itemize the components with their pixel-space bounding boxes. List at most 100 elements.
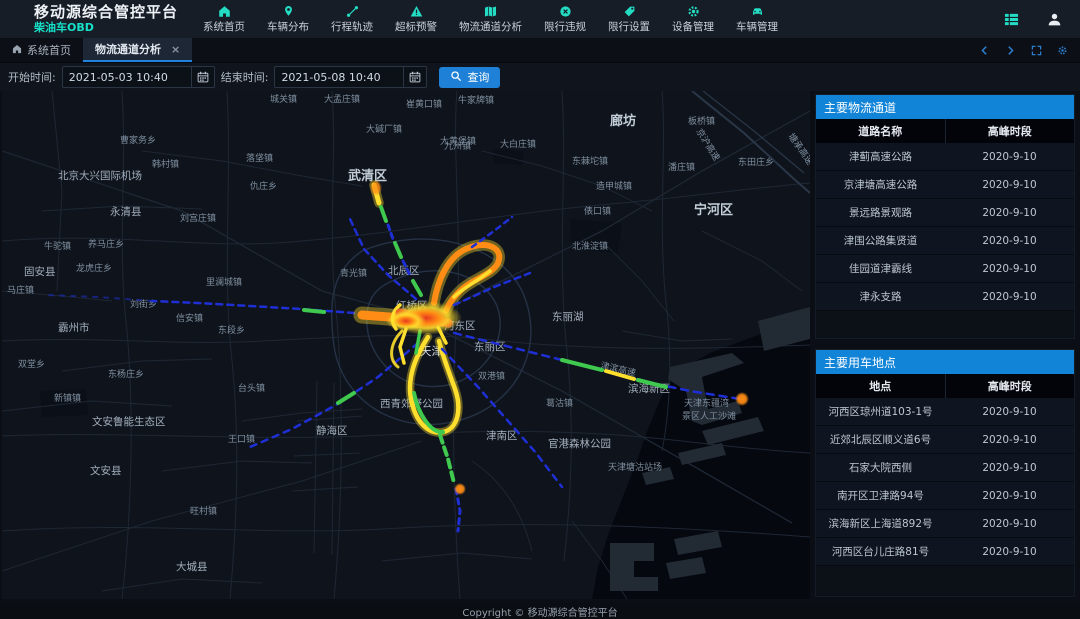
- svg-text:牛驼镇: 牛驼镇: [44, 240, 71, 252]
- svg-text:仇庄乡: 仇庄乡: [250, 180, 277, 192]
- tab-home[interactable]: 系统首页: [0, 38, 83, 62]
- copyright-text: Copyright © 移动源综合管控平台: [462, 604, 617, 619]
- svg-text:固安县: 固安县: [24, 265, 56, 278]
- route-icon: [346, 4, 359, 18]
- nav-item-trip-track[interactable]: 行程轨迹: [320, 4, 384, 34]
- calendar-icon[interactable]: [191, 67, 214, 87]
- svg-text:新镇镇: 新镇镇: [54, 392, 81, 404]
- svg-text:天津东疆湾: 天津东疆湾: [684, 397, 729, 409]
- svg-text:潘庄镇: 潘庄镇: [668, 161, 695, 173]
- filter-bar: 开始时间: 结束时间: 查询: [0, 63, 1080, 91]
- cell-name: 佳园道津霸线: [816, 255, 945, 282]
- svg-text:刘宫庄镇: 刘宫庄镇: [180, 212, 216, 224]
- svg-text:宁河区: 宁河区: [694, 202, 733, 218]
- chevron-left-icon: [979, 41, 990, 60]
- table-row[interactable]: 河西区台儿庄路81号 2020-9-10: [816, 538, 1074, 566]
- svg-text:静海区: 静海区: [316, 424, 348, 437]
- nav-item-vehicle-management[interactable]: 车辆管理: [725, 4, 789, 34]
- cell-peak-period: 2020-9-10: [945, 510, 1074, 537]
- cell-peak-period: 2020-9-10: [945, 199, 1074, 226]
- user-icon[interactable]: [1047, 12, 1062, 27]
- svg-text:东丽湖: 东丽湖: [552, 310, 584, 323]
- tab-label: 系统首页: [27, 42, 71, 58]
- table-row[interactable]: 南开区卫津路94号 2020-9-10: [816, 482, 1074, 510]
- svg-text:东田庄乡: 东田庄乡: [738, 156, 774, 168]
- table-row[interactable]: 石家大院西侧 2020-9-10: [816, 454, 1074, 482]
- svg-text:青光镇: 青光镇: [340, 267, 367, 279]
- table-row[interactable]: 津围公路集贤道 2020-9-10: [816, 227, 1074, 255]
- svg-text:城关镇: 城关镇: [270, 93, 297, 105]
- heatmap-map: 廊坊九州镇京沪高速北京大兴国际机场曹家务乡韩村镇落垡镇仇庄乡固安县永清县刘宫庄镇…: [2, 91, 810, 599]
- app-root: 移动源综合管控平台 柴油车OBD 系统首页 车辆分布 行程轨迹 超标预警 物流通…: [0, 0, 1080, 619]
- car-icon: [751, 4, 764, 18]
- table-row[interactable]: 佳园道津霸线 2020-9-10: [816, 255, 1074, 283]
- nav-item-logistics-analysis[interactable]: 物流通道分析: [448, 4, 533, 34]
- cell-peak-period: 2020-9-10: [945, 426, 1074, 453]
- nav-item-overlimit-alert[interactable]: 超标预警: [384, 4, 448, 34]
- svg-text:东丽区: 东丽区: [474, 340, 506, 353]
- app-subtitle: 柴油车OBD: [34, 22, 178, 34]
- end-time-picker: [274, 66, 427, 88]
- nav-item-vehicle-distribution[interactable]: 车辆分布: [256, 4, 320, 34]
- tab-expand[interactable]: [1031, 41, 1042, 60]
- query-button[interactable]: 查询: [439, 67, 500, 88]
- svg-text:廊坊: 廊坊: [610, 113, 636, 129]
- nav-item-label: 行程轨迹: [331, 19, 373, 34]
- tab-scroll-right[interactable]: [1005, 41, 1016, 60]
- map-canvas[interactable]: 廊坊九州镇京沪高速北京大兴国际机场曹家务乡韩村镇落垡镇仇庄乡固安县永清县刘宫庄镇…: [2, 91, 810, 599]
- nav-item-restriction-violation[interactable]: 限行违规: [533, 4, 597, 34]
- svg-text:大黄堡镇: 大黄堡镇: [440, 135, 476, 147]
- tab-label: 物流通道分析: [95, 41, 161, 57]
- grid-icon[interactable]: [1004, 12, 1019, 27]
- svg-text:马庄镇: 马庄镇: [7, 284, 34, 296]
- panel-logistics-corridors: 主要物流通道 道路名称 高峰时段 津蓟高速公路 2020-9-10 京津塘高速公…: [815, 94, 1075, 339]
- ban-icon: [559, 4, 572, 18]
- svg-text:永清县: 永清县: [110, 205, 142, 218]
- svg-text:曹家务乡: 曹家务乡: [120, 134, 156, 146]
- close-icon[interactable]: ×: [171, 43, 180, 56]
- cell-name: 津永支路: [816, 283, 945, 310]
- tab-settings[interactable]: [1057, 41, 1068, 60]
- pin-icon: [282, 4, 295, 18]
- svg-text:天津塘沽站场: 天津塘沽站场: [608, 461, 662, 473]
- tab-logistics-analysis[interactable]: 物流通道分析 ×: [83, 38, 192, 62]
- tab-scroll-left[interactable]: [979, 41, 990, 60]
- gear-icon: [687, 4, 700, 18]
- end-time-input[interactable]: [275, 71, 403, 84]
- start-time-input[interactable]: [63, 71, 191, 84]
- chevron-right-icon: [1005, 41, 1016, 60]
- cell-name: 京津塘高速公路: [816, 171, 945, 198]
- calendar-icon[interactable]: [403, 67, 426, 87]
- panel-vehicle-locations: 主要用车地点 地点 高峰时段 河西区琼州道103-1号 2020-9-10 近郊…: [815, 349, 1075, 597]
- cell-peak-period: 2020-9-10: [945, 398, 1074, 425]
- expand-icon: [1031, 41, 1042, 60]
- cell-name: 近郊北辰区顺义道6号: [816, 426, 945, 453]
- table-body: 河西区琼州道103-1号 2020-9-10 近郊北辰区顺义道6号 2020-9…: [816, 398, 1074, 566]
- start-time-label: 开始时间:: [8, 69, 56, 85]
- nav-item-restriction-settings[interactable]: 限行设置: [597, 4, 661, 34]
- table-row[interactable]: 津永支路 2020-9-10: [816, 283, 1074, 311]
- main-menu: 系统首页 车辆分布 行程轨迹 超标预警 物流通道分析 限行违规 限行设置 设备管…: [192, 4, 789, 34]
- panel-title: 主要物流通道: [816, 95, 1074, 119]
- column-peak-period: 高峰时段: [945, 374, 1075, 398]
- cell-name: 石家大院西侧: [816, 454, 945, 481]
- table-row[interactable]: 河西区琼州道103-1号 2020-9-10: [816, 398, 1074, 426]
- table-row[interactable]: 京津塘高速公路 2020-9-10: [816, 171, 1074, 199]
- cell-peak-period: 2020-9-10: [945, 482, 1074, 509]
- table-row[interactable]: 滨海新区上海道892号 2020-9-10: [816, 510, 1074, 538]
- svg-text:双港镇: 双港镇: [478, 370, 505, 382]
- table-row[interactable]: 津蓟高速公路 2020-9-10: [816, 143, 1074, 171]
- settings-icon: [1057, 41, 1068, 60]
- svg-text:养马庄乡: 养马庄乡: [88, 238, 124, 250]
- table-body: 津蓟高速公路 2020-9-10 京津塘高速公路 2020-9-10 景远路景观…: [816, 143, 1074, 311]
- table-row[interactable]: 近郊北辰区顺义道6号 2020-9-10: [816, 426, 1074, 454]
- table-row[interactable]: 景远路景观路 2020-9-10: [816, 199, 1074, 227]
- table-header: 地点 高峰时段: [816, 374, 1074, 398]
- warning-icon: [410, 4, 423, 18]
- nav-item-label: 设备管理: [672, 19, 714, 34]
- svg-text:板桥镇: 板桥镇: [688, 115, 715, 127]
- svg-text:台头镇: 台头镇: [238, 382, 265, 394]
- panel-title: 主要用车地点: [816, 350, 1074, 374]
- nav-item-home[interactable]: 系统首页: [192, 4, 256, 34]
- nav-item-device-management[interactable]: 设备管理: [661, 4, 725, 34]
